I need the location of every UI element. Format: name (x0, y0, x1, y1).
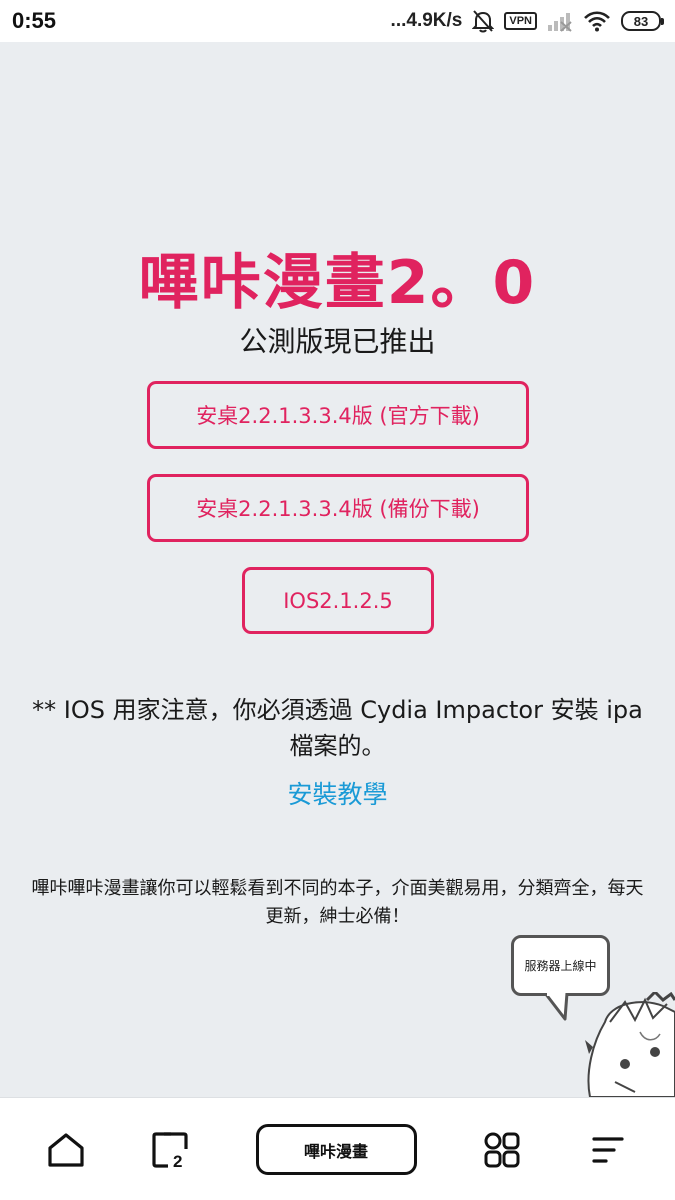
ios-download-button[interactable]: IOS2.1.2.5 (242, 567, 434, 634)
nav-center[interactable]: 嗶咔漫畫 (255, 1098, 417, 1200)
wifi-icon (583, 10, 611, 32)
status-time: 0:55 (12, 8, 57, 33)
install-tutorial-link[interactable]: 安裝教學 (0, 775, 675, 811)
android-official-download-button[interactable]: 安桌2.2.1.3.3.4版 (官方下載) (147, 381, 529, 449)
app-description: 嗶咔嗶咔漫畫讓你可以輕鬆看到不同的本子，介面美觀易用，分類齊全，每天更新，紳士必… (31, 878, 644, 927)
ios-note: ** IOS 用家注意，你必須透過 Cydia Impactor 安裝 ipa … (32, 696, 643, 760)
battery-indicator: 83 (621, 11, 664, 31)
center-tab-label: 嗶咔漫畫 (255, 1124, 417, 1175)
nav-grid[interactable] (472, 1098, 532, 1200)
status-bar: 0:55 ...4.9K/s VPN 83 (0, 0, 675, 42)
nav-menu[interactable] (578, 1098, 638, 1200)
home-icon (48, 1132, 84, 1167)
status-icons: ...4.9K/s VPN 83 (390, 9, 664, 33)
vpn-badge: VPN (504, 12, 537, 30)
svg-text:2: 2 (173, 1152, 182, 1169)
network-speed: ...4.9K/s (390, 10, 463, 31)
grid-icon (484, 1132, 520, 1167)
server-status-text: 服務器上線中 (524, 959, 597, 973)
menu-icon (592, 1136, 624, 1163)
bottom-nav: 2 嗶咔漫畫 (0, 1097, 675, 1200)
signal-icon (547, 10, 573, 32)
speech-bubble-tail (543, 993, 569, 1021)
server-status-bubble: 服務器上線中 (511, 935, 610, 996)
main-content: 嗶咔漫畫2。0 公測版現已推出 安桌2.2.1.3.3.4版 (官方下載) 安桌… (0, 42, 675, 1097)
android-backup-download-button[interactable]: 安桌2.2.1.3.3.4版 (備份下載) (147, 474, 529, 542)
mascot-illustration (585, 992, 675, 1097)
app-title: 嗶咔漫畫2。0 (138, 248, 537, 318)
square-two-icon: 2 (152, 1131, 188, 1169)
nav-home[interactable] (36, 1098, 96, 1200)
nav-square-two[interactable]: 2 (140, 1098, 200, 1200)
subtitle: 公測版現已推出 (239, 325, 436, 358)
bell-muted-icon (472, 9, 495, 33)
